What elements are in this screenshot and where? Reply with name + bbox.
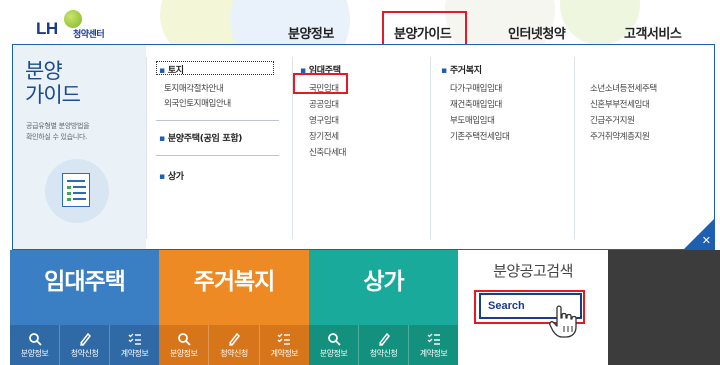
search-icon [177,333,191,346]
column-divider [146,57,147,239]
tile-title: 임대주택 [44,269,126,295]
tile-action-label: 분양정보 [319,349,348,358]
section-divider [156,155,279,156]
menu-item-land-sale-procedure[interactable]: 토지매각절차안내 [164,82,224,94]
tile-action-apply[interactable]: 청약신청 [359,325,409,365]
checklist-icon [128,333,141,345]
menu-item-public-rental[interactable]: 공공임대 [309,98,339,110]
tile-action-sale-info[interactable]: 분양정보 [10,325,60,365]
menu-item-new-multiplex[interactable]: 신축다세대 [309,146,347,158]
menu-item-existing-housing-jeonse[interactable]: 기존주택전세임대 [450,130,510,142]
active-nav-highlight [382,11,467,48]
close-icon[interactable]: ✕ [702,234,711,247]
tile-housing-welfare[interactable]: 주거복지 분양정보 청약신청 계약정보 [159,250,309,365]
tile-action-sale-info[interactable]: 분양정보 [159,325,210,365]
menu-item-reconstruction-purchase-rental[interactable]: 재건축매입임대 [450,98,502,110]
nav-item-customer-service[interactable]: 고객서비스 [624,23,682,42]
menu-item-multi-household-purchase-rental[interactable]: 다가구매입임대 [450,82,502,94]
highlighted-item-box [293,73,348,94]
menu-item-vulnerable-housing-support[interactable]: 주거취약계층지원 [590,130,650,142]
menu-item-emergency-housing-support[interactable]: 긴급주거지원 [590,114,635,126]
tile-action-label: 분양정보 [20,349,49,358]
tile-actions: 분양정보 청약신청 계약정보 [309,325,458,365]
tile-rental-housing[interactable]: 임대주택 분양정보 청약신청 계약정보 [10,250,159,365]
nav-item-sale-info[interactable]: 분양정보 [288,23,334,42]
dark-side-tile [608,250,720,365]
tile-title: 주거복지 [193,269,276,295]
logo-subtitle: 청약센터 [73,30,105,40]
site-header: LH 청약센터 분양정보 분양가이드 인터넷청약 고객서비스 [0,0,720,48]
pen-icon [228,332,240,347]
menu-heading-land[interactable]: ▪ 토지 [159,63,184,76]
search-tile-title: 분양공고검색 [493,262,573,280]
checklist-icon [427,333,440,345]
column-divider [430,57,431,239]
tile-action-contract-info[interactable]: 계약정보 [409,325,458,365]
menu-heading-sale-housing[interactable]: ▪ 분양주택(공임 포함) [159,131,242,144]
tile-action-contract-info[interactable]: 계약정보 [110,325,159,365]
nav-item-internet-application[interactable]: 인터넷청약 [508,23,566,42]
tile-action-contract-info[interactable]: 계약정보 [260,325,309,365]
search-icon [327,333,341,346]
mega-menu-intro: 분양 가이드 공급유형별 분양방법을 확인하실 수 있습니다. [13,45,146,249]
checklist-icon [277,333,291,345]
tile-title: 상가 [363,269,404,295]
mega-menu-panel: 분양 가이드 공급유형별 분양방법을 확인하실 수 있습니다. ▪ 토지 토지매각… [12,44,715,250]
section-divider [156,120,279,121]
column-divider [574,57,575,239]
menu-item-youth-jeonse-housing[interactable]: 소년소녀등전세주택 [590,82,657,94]
tile-action-label: 계약정보 [270,349,299,358]
tile-action-label: 청약신청 [369,349,398,358]
mega-menu-description: 공급유형별 분양방법을 확인하실 수 있습니다. [26,122,90,141]
menu-item-permanent-rental[interactable]: 영구임대 [309,114,339,126]
menu-heading-housing-welfare[interactable]: ▪ 주거복지 [441,63,482,76]
pen-icon [378,332,390,347]
pen-icon [79,332,91,347]
tile-action-label: 청약신청 [70,349,99,358]
tile-action-apply[interactable]: 청약신청 [209,325,260,365]
hand-cursor-icon [549,305,577,338]
tile-action-label: 계약정보 [419,349,448,358]
logo-mark-icon [64,10,82,28]
tile-action-sale-info[interactable]: 분양정보 [309,325,359,365]
document-illustration-icon [45,159,109,223]
menu-item-long-term-jeonse[interactable]: 장기전세 [309,130,339,142]
tile-action-label: 청약신청 [220,349,248,358]
tile-action-label: 분양정보 [169,349,198,358]
tile-action-apply[interactable]: 청약신청 [60,325,110,365]
tile-commercial[interactable]: 상가 분양정보 청약신청 계약정보 [309,250,458,365]
tile-action-label: 계약정보 [120,349,149,358]
mega-menu-title: 분양 가이드 [25,59,81,107]
tile-actions: 분양정보 청약신청 계약정보 [10,325,159,365]
tile-actions: 분양정보 청약신청 계약정보 [159,325,309,365]
menu-heading-commercial[interactable]: ▪ 상가 [159,169,184,182]
search-icon [28,333,42,346]
menu-item-default-purchase-rental[interactable]: 부도매입임대 [450,114,495,126]
menu-item-newlywed-jeonse-rental[interactable]: 신혼부부전세임대 [590,98,650,110]
logo-text: LH [36,19,58,38]
menu-item-foreigner-land-purchase[interactable]: 외국인토지매입안내 [164,97,231,109]
